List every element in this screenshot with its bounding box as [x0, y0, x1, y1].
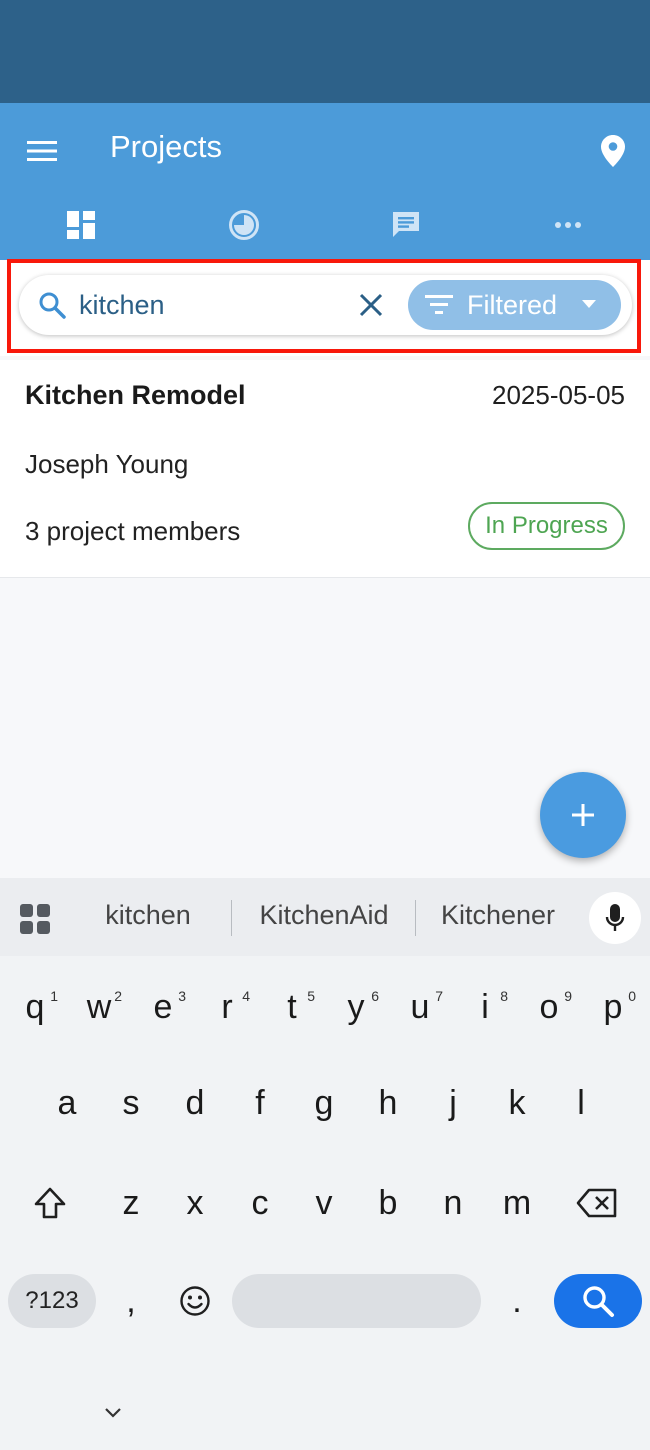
project-name: Kitchen Remodel — [25, 380, 246, 410]
keyboard-search-key[interactable] — [554, 1274, 642, 1328]
key-z[interactable]: z — [102, 1168, 160, 1238]
search-highlight-outline — [7, 259, 641, 353]
more-horizontal-icon — [555, 222, 581, 228]
key-period[interactable]: . — [488, 1266, 546, 1336]
project-list-item[interactable]: Kitchen Remodel 2025-05-05 Joseph Young … — [0, 360, 650, 578]
status-badge: In Progress — [468, 502, 625, 550]
keyboard-suggestion-bar: kitchen KitchenAid Kitchener — [0, 878, 650, 956]
key-a[interactable]: a — [38, 1068, 96, 1138]
suggestion-divider — [231, 900, 232, 936]
chevron-down-icon — [105, 1408, 121, 1418]
plus-icon — [572, 804, 594, 826]
emoji-smile-icon — [180, 1286, 210, 1316]
key-m[interactable]: m — [488, 1168, 546, 1238]
shift-key[interactable] — [21, 1168, 79, 1238]
key-f[interactable]: f — [231, 1068, 289, 1138]
key-u[interactable]: u7 — [391, 972, 449, 1042]
page-title: Projects — [110, 129, 222, 164]
key-s[interactable]: s — [102, 1068, 160, 1138]
key-b[interactable]: b — [359, 1168, 417, 1238]
app-bar: Projects — [0, 103, 650, 260]
microphone-icon — [605, 904, 625, 931]
emoji-key[interactable] — [166, 1266, 224, 1336]
key-x[interactable]: x — [166, 1168, 224, 1238]
chat-icon — [393, 212, 419, 237]
key-p[interactable]: p0 — [584, 972, 642, 1042]
space-key[interactable] — [232, 1274, 481, 1328]
key-o[interactable]: o9 — [520, 972, 578, 1042]
backspace-key[interactable] — [568, 1168, 626, 1238]
add-project-button[interactable] — [540, 772, 626, 858]
key-h[interactable]: h — [359, 1068, 417, 1138]
shift-arrow-icon — [34, 1187, 66, 1219]
project-date: 2025-05-05 — [492, 380, 625, 410]
search-icon — [583, 1286, 614, 1317]
dashboard-icon — [67, 211, 95, 239]
suggestion-divider — [415, 900, 416, 936]
clock-pie-icon — [229, 210, 259, 240]
key-comma[interactable]: , — [102, 1266, 160, 1336]
key-k[interactable]: k — [488, 1068, 546, 1138]
hide-keyboard-button[interactable] — [98, 1398, 128, 1428]
location-button[interactable] — [588, 125, 638, 177]
keyboard-apps-icon[interactable] — [18, 902, 52, 936]
voice-input-button[interactable] — [589, 892, 641, 944]
tab-dashboard[interactable] — [41, 199, 121, 251]
suggestion-item[interactable]: kitchen — [84, 900, 212, 931]
hamburger-menu-icon — [27, 141, 57, 161]
menu-button[interactable] — [14, 125, 70, 177]
status-bar — [0, 0, 650, 103]
key-n[interactable]: n — [424, 1168, 482, 1238]
key-w[interactable]: w2 — [70, 972, 128, 1042]
tab-messages[interactable] — [366, 199, 446, 251]
key-t[interactable]: t5 — [263, 972, 321, 1042]
suggestion-item[interactable]: KitchenAid — [246, 900, 402, 931]
key-l[interactable]: l — [552, 1068, 610, 1138]
key-g[interactable]: g — [295, 1068, 353, 1138]
project-members-count: 3 project members — [25, 516, 241, 546]
tab-timeline[interactable] — [204, 199, 284, 251]
key-q[interactable]: q1 — [6, 972, 64, 1042]
key-d[interactable]: d — [166, 1068, 224, 1138]
backspace-icon — [576, 1188, 617, 1218]
project-owner: Joseph Young — [25, 449, 189, 479]
key-c[interactable]: c — [231, 1168, 289, 1238]
location-pin-icon — [601, 135, 625, 167]
suggestion-item[interactable]: Kitchener — [428, 900, 568, 931]
key-v[interactable]: v — [295, 1168, 353, 1238]
onscreen-keyboard: q1 w2 e3 r4 t5 y6 u7 i8 o9 p0 a s d f g … — [0, 956, 650, 1450]
symbols-key[interactable]: ?123 — [8, 1274, 96, 1328]
key-i[interactable]: i8 — [456, 972, 514, 1042]
key-j[interactable]: j — [424, 1068, 482, 1138]
key-e[interactable]: e3 — [134, 972, 192, 1042]
key-y[interactable]: y6 — [327, 972, 385, 1042]
tab-more[interactable] — [528, 199, 608, 251]
key-r[interactable]: r4 — [198, 972, 256, 1042]
